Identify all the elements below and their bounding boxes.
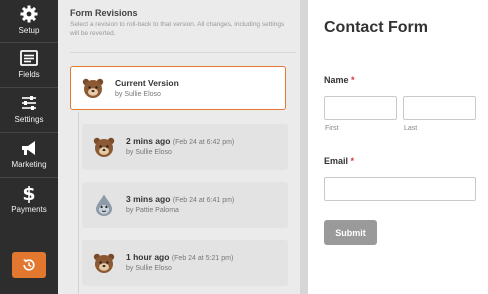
drop-avatar-icon — [96, 194, 112, 216]
email-label: Email * — [324, 156, 354, 166]
revision-item[interactable]: 2 mins ago (Feb 24 at 6:42 pm) by Sullie… — [82, 124, 288, 170]
gear-icon — [20, 5, 38, 23]
revision-author: by Pattie Paloma — [126, 207, 179, 214]
sidebar-item-payments[interactable]: $ Payments — [0, 179, 58, 223]
form-preview: Contact Form Name * First Last Email * S… — [308, 0, 488, 294]
sidebar-item-settings[interactable]: Settings — [0, 89, 58, 133]
megaphone-icon — [22, 141, 35, 155]
submit-button[interactable]: Submit — [324, 220, 377, 245]
revision-item[interactable]: 3 mins ago (Feb 24 at 6:41 pm) by Pattie… — [82, 182, 288, 228]
revision-timestamp: (Feb 24 at 6:42 pm) — [172, 139, 235, 146]
revision-timeline — [78, 112, 79, 294]
panel-title: Form Revisions — [70, 8, 138, 18]
sidebar-divider — [0, 42, 58, 43]
sidebar-item-fields[interactable]: Fields — [0, 44, 58, 88]
panel-divider — [70, 52, 296, 53]
sidebar-item-label: Fields — [18, 70, 40, 79]
first-sublabel: First — [325, 125, 339, 132]
revision-title: Current Version — [115, 78, 179, 88]
required-mark: * — [350, 156, 355, 166]
required-mark: * — [351, 75, 355, 85]
dollar-icon: $ — [22, 183, 35, 203]
revision-title: 3 mins ago (Feb 24 at 6:41 pm) — [126, 194, 234, 204]
panel-description: Select a revision to roll-back to that v… — [70, 21, 285, 38]
sidebar-item-setup[interactable]: Setup — [0, 0, 58, 44]
fields-icon — [20, 50, 38, 66]
revisions-button[interactable] — [12, 252, 46, 278]
sidebar-item-label: Setup — [18, 26, 40, 35]
last-sublabel: Last — [404, 125, 418, 132]
form-builder: Setup Fields Settings Marketing $ Paymen… — [0, 0, 488, 294]
first-name-input[interactable] — [324, 96, 397, 120]
bear-avatar-icon — [93, 253, 115, 273]
revision-age: 1 hour ago — [126, 252, 170, 262]
name-label: Name * — [324, 75, 355, 85]
revision-author: by Sullie Eloso — [126, 149, 172, 156]
svg-text:$: $ — [22, 183, 35, 203]
name-label-text: Name — [324, 75, 349, 85]
sidebar-item-label: Marketing — [11, 160, 47, 169]
revision-title: 2 mins ago (Feb 24 at 6:42 pm) — [126, 136, 234, 146]
revision-timestamp: (Feb 24 at 6:41 pm) — [172, 197, 235, 204]
email-label-text: Email — [324, 156, 349, 166]
revision-item[interactable]: 1 hour ago (Feb 24 at 5:21 pm) by Sullie… — [82, 240, 288, 286]
builder-sidebar: Setup Fields Settings Marketing $ Paymen… — [0, 0, 58, 294]
revisions-panel: Form Revisions Select a revision to roll… — [58, 0, 300, 294]
sidebar-item-label: Settings — [14, 115, 44, 124]
form-title: Contact Form — [324, 19, 428, 36]
sidebar-divider — [0, 87, 58, 88]
revision-age: 3 mins ago — [126, 194, 171, 204]
last-name-input[interactable] — [403, 96, 476, 120]
bear-avatar-icon — [93, 137, 115, 157]
revision-author: by Sullie Eloso — [126, 265, 172, 272]
sidebar-item-label: Payments — [11, 205, 47, 214]
revision-current[interactable]: Current Version by Sullie Eloso — [70, 66, 286, 110]
sidebar-item-marketing[interactable]: Marketing — [0, 134, 58, 178]
revision-author: by Sullie Eloso — [115, 91, 161, 98]
revision-timestamp: (Feb 24 at 5:21 pm) — [171, 255, 234, 262]
revision-age: 2 mins ago — [126, 136, 171, 146]
email-input[interactable] — [324, 177, 476, 201]
revisions-icon — [23, 259, 35, 271]
panel-resize-handle[interactable] — [300, 0, 308, 294]
sidebar-divider — [0, 132, 58, 133]
sliders-icon — [22, 96, 36, 110]
sidebar-divider — [0, 177, 58, 178]
revision-title: 1 hour ago (Feb 24 at 5:21 pm) — [126, 252, 233, 262]
bear-avatar-icon — [82, 78, 104, 98]
